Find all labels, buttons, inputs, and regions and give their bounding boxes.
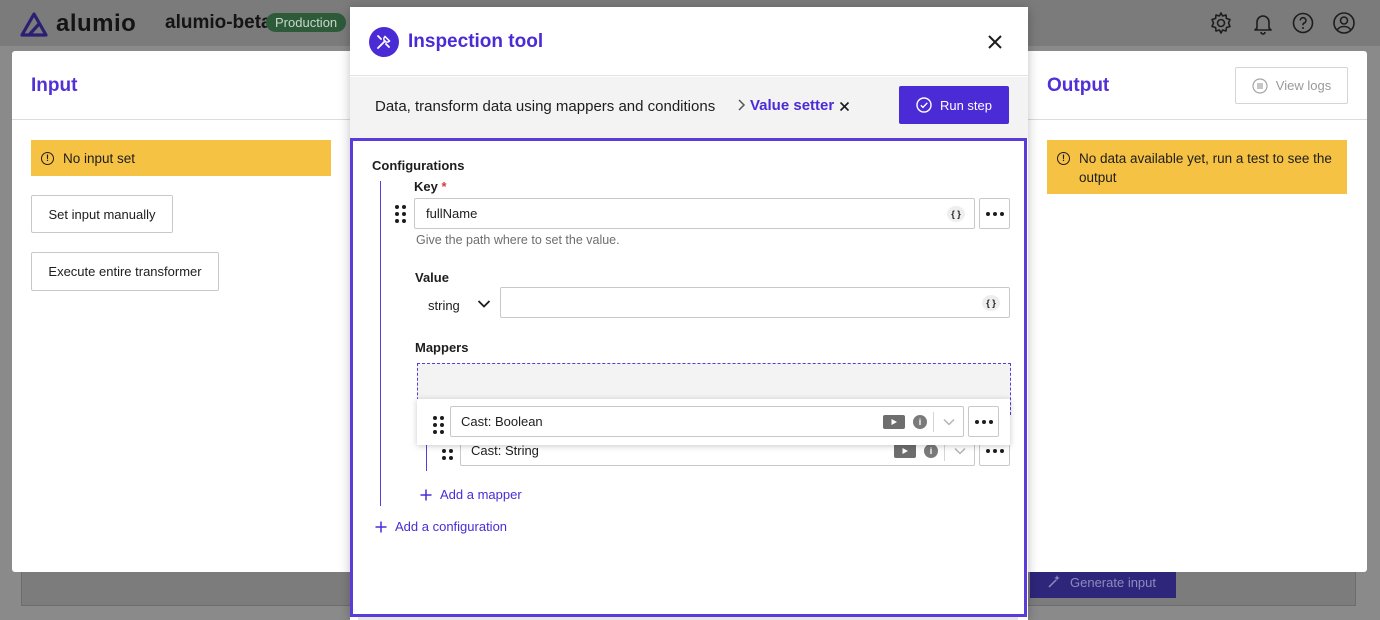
dragged-mapper-card[interactable]: Cast: Boolean i	[417, 399, 1010, 445]
view-logs-label: View logs	[1275, 78, 1332, 93]
mapper-more-button[interactable]	[968, 406, 999, 437]
play-icon[interactable]	[883, 415, 905, 429]
expression-icon[interactable]: { }	[982, 295, 1000, 311]
select-separator	[933, 412, 934, 432]
mapper-select[interactable]: Cast: Boolean i	[450, 406, 964, 437]
run-step-button[interactable]: Run step	[899, 86, 1009, 124]
breadcrumb-parent[interactable]: Data, transform data using mappers and c…	[375, 98, 715, 115]
logo-text: alumio	[56, 10, 137, 37]
key-input-value: fullName	[426, 206, 478, 221]
drag-handle-icon[interactable]	[433, 416, 444, 434]
add-configuration-button[interactable]: Add a configuration	[375, 519, 507, 534]
value-input[interactable]: { }	[500, 287, 1010, 318]
mapper-label: Cast: Boolean	[461, 414, 543, 429]
check-circle-icon	[916, 97, 932, 113]
drag-handle-icon[interactable]	[395, 205, 406, 223]
chevron-down-icon[interactable]	[477, 299, 491, 309]
environment-name: alumio-beta	[165, 12, 272, 33]
value-label: Value	[415, 270, 449, 285]
output-divider	[1028, 119, 1367, 120]
user-icon[interactable]	[1332, 11, 1356, 35]
output-warning-text: No data available yet, run a test to see…	[1079, 151, 1332, 185]
input-warning: ! No input set	[31, 140, 331, 176]
breadcrumb: Data, transform data using mappers and c…	[350, 77, 1028, 138]
close-icon[interactable]	[986, 33, 1004, 51]
inspection-tool-modal: Inspection tool Data, transform data usi…	[350, 7, 1028, 620]
key-more-button[interactable]	[979, 198, 1010, 229]
info-icon[interactable]: i	[924, 444, 938, 458]
modal-title: Inspection tool	[408, 31, 544, 52]
environment-badge: Production	[266, 13, 347, 32]
input-title: Input	[31, 75, 78, 96]
plus-icon	[420, 489, 432, 500]
key-helper-text: Give the path where to set the value.	[416, 233, 620, 247]
mapper-label: Cast: String	[471, 443, 539, 458]
configuration-guide-line	[380, 181, 381, 506]
chevron-down-icon[interactable]	[954, 447, 966, 455]
set-input-manually-button[interactable]: Set input manually	[31, 195, 173, 233]
key-label-text: Key	[414, 179, 438, 194]
sparkle-icon	[1048, 575, 1060, 588]
expression-icon[interactable]: { }	[947, 206, 965, 222]
mappers-label: Mappers	[415, 340, 469, 355]
alumio-logo-icon	[20, 12, 48, 37]
breadcrumb-active: Value setter	[750, 97, 835, 114]
view-logs-button[interactable]: View logs	[1235, 67, 1348, 104]
gear-icon[interactable]	[1209, 11, 1233, 35]
tools-icon	[369, 27, 399, 57]
chevron-down-icon[interactable]	[943, 418, 955, 426]
drag-handle-icon[interactable]	[442, 449, 453, 460]
run-step-label: Run step	[939, 97, 993, 113]
plus-icon	[375, 521, 387, 532]
value-type-select[interactable]: string	[428, 298, 460, 313]
key-label: Key *	[414, 179, 447, 194]
help-icon[interactable]	[1291, 11, 1315, 35]
logs-icon	[1252, 77, 1268, 94]
add-mapper-label: Add a mapper	[440, 487, 522, 502]
key-input[interactable]: fullName { }	[414, 198, 975, 229]
add-mapper-button[interactable]: Add a mapper	[420, 487, 522, 502]
alumio-logo[interactable]: alumio	[20, 10, 136, 38]
warning-icon: !	[41, 152, 54, 165]
clear-icon[interactable]	[839, 101, 850, 112]
input-warning-text: No input set	[63, 151, 136, 166]
warning-icon: !	[1057, 152, 1070, 165]
execute-transformer-button[interactable]: Execute entire transformer	[31, 252, 219, 291]
output-title: Output	[1047, 75, 1110, 96]
modal-header: Inspection tool	[350, 7, 1028, 76]
configurations-label: Configurations	[372, 158, 465, 173]
required-mark: *	[441, 179, 447, 194]
chevron-right-icon	[738, 99, 746, 111]
info-icon[interactable]: i	[913, 415, 927, 429]
output-warning: ! No data available yet, run a test to s…	[1047, 140, 1347, 194]
bell-icon[interactable]	[1251, 11, 1275, 35]
configuration-editor: Configurations Key * fullName { } Give t…	[350, 138, 1027, 620]
generate-input-label: Generate input	[1070, 574, 1157, 590]
add-configuration-label: Add a configuration	[395, 519, 508, 534]
input-divider	[12, 119, 350, 120]
play-icon[interactable]	[894, 444, 916, 458]
